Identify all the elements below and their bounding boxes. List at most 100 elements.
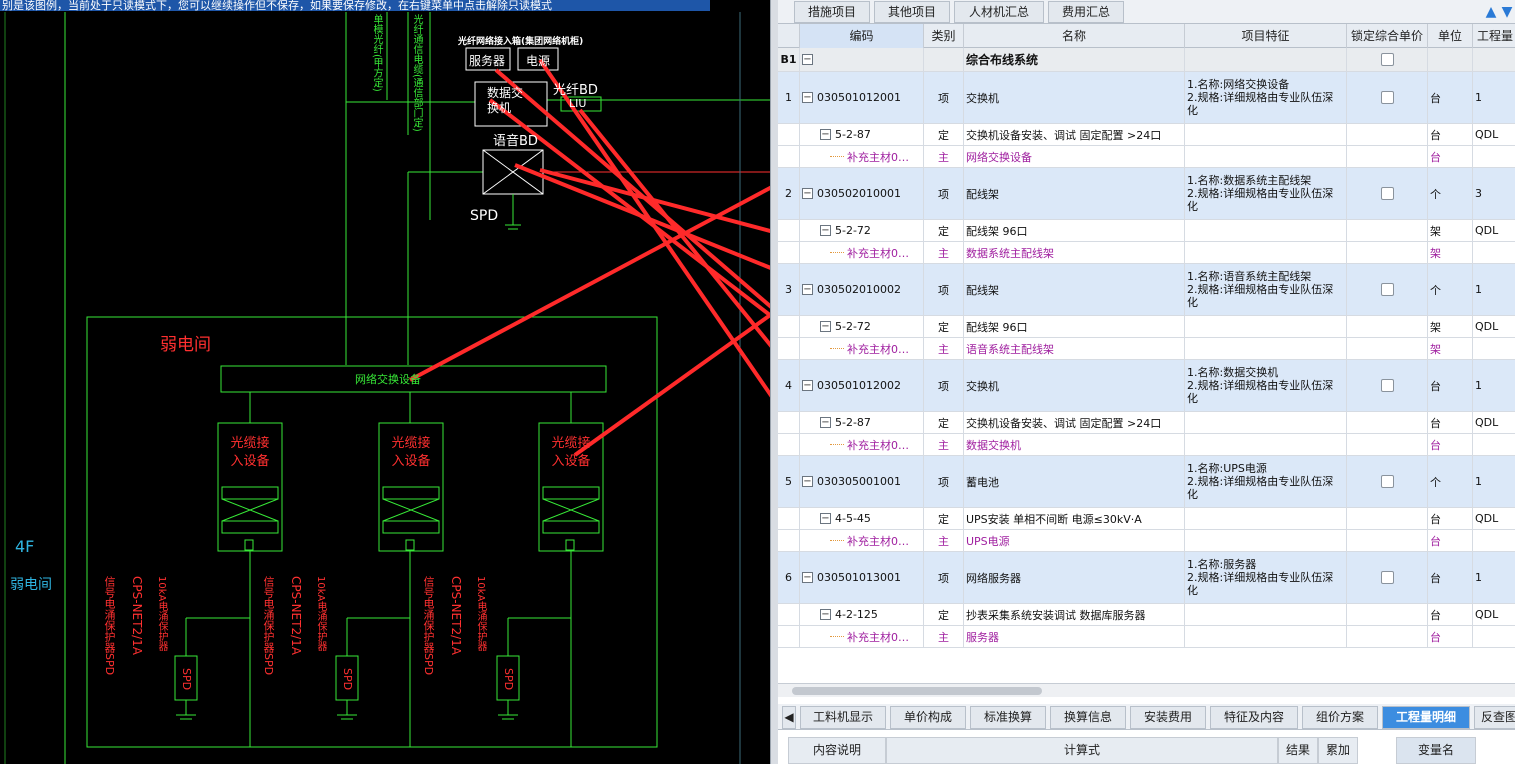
collapse-icon[interactable]: − [802, 92, 813, 103]
table-row[interactable]: 1−030501012001 项交换机 1.名称:网络交换设备 2.规格:详细规格由专… [778, 72, 1515, 124]
category-cell[interactable]: 定 [924, 604, 964, 625]
feature-cell[interactable] [1185, 338, 1347, 359]
name-cell[interactable]: 配线架 96口 [964, 316, 1185, 337]
name-cell[interactable]: 交换机 [964, 72, 1185, 123]
collapse-icon[interactable]: − [820, 129, 831, 140]
tab-features-content[interactable]: 特征及内容 [1210, 706, 1298, 729]
quantity-cell[interactable]: QDL [1473, 124, 1515, 145]
lock-checkbox[interactable] [1380, 283, 1394, 296]
feature-cell[interactable] [1185, 508, 1347, 529]
feature-cell[interactable]: 1.名称:数据系统主配线架 2.规格:详细规格由专业队伍深化 [1185, 168, 1347, 219]
tab-reverse-lookup[interactable]: 反查图 [1474, 706, 1515, 729]
name-cell[interactable]: 网络服务器 [964, 552, 1185, 603]
move-up-icon[interactable]: ▲ [1484, 3, 1498, 21]
table-row[interactable]: 补充主材0… 主网络交换设备 台 [778, 146, 1515, 168]
quantity-cell[interactable] [1473, 626, 1515, 647]
name-cell[interactable]: UPS电源 [964, 530, 1185, 551]
category-cell[interactable]: 主 [924, 434, 964, 455]
unit-cell[interactable]: 台 [1428, 508, 1473, 529]
lock-checkbox[interactable] [1380, 379, 1394, 392]
feature-cell[interactable]: 1.名称:网络交换设备 2.规格:详细规格由专业队伍深化 [1185, 72, 1347, 123]
table-row[interactable]: 3−030502010002 项配线架 1.名称:语音系统主配线架 2.规格:详细规格… [778, 264, 1515, 316]
code-cell[interactable]: 补充主材0… [800, 338, 924, 359]
unit-cell[interactable]: 台 [1428, 146, 1473, 167]
name-cell[interactable]: 配线架 [964, 264, 1185, 315]
unit-cell[interactable]: 架 [1428, 220, 1473, 241]
table-row[interactable]: 2−030502010001 项配线架 1.名称:数据系统主配线架 2.规格:详细规格… [778, 168, 1515, 220]
table-row[interactable]: −4-5-45 定 UPS安装 单相不间断 电源≤30kV·A 台 QDL [778, 508, 1515, 530]
table-row[interactable]: 补充主材0… 主服务器 台 [778, 626, 1515, 648]
feature-cell[interactable] [1185, 530, 1347, 551]
name-cell[interactable]: 交换机设备安装、调试 固定配置 >24口 [964, 124, 1185, 145]
quantity-cell[interactable]: 1 [1473, 456, 1515, 507]
name-cell[interactable]: 配线架 96口 [964, 220, 1185, 241]
collapse-icon[interactable]: − [802, 284, 813, 295]
quantity-cell[interactable]: QDL [1473, 412, 1515, 433]
name-cell[interactable]: 抄表采集系统安装调试 数据库服务器 [964, 604, 1185, 625]
category-cell[interactable]: 定 [924, 220, 964, 241]
name-cell[interactable]: 交换机设备安装、调试 固定配置 >24口 [964, 412, 1185, 433]
quantity-cell[interactable] [1473, 146, 1515, 167]
code-cell[interactable]: 补充主材0… [800, 530, 924, 551]
feature-cell[interactable] [1185, 242, 1347, 263]
name-cell[interactable]: UPS安装 单相不间断 电源≤30kV·A [964, 508, 1185, 529]
table-row[interactable]: 4−030501012002 项交换机 1.名称:数据交换机 2.规格:详细规格由专业… [778, 360, 1515, 412]
category-cell[interactable]: 主 [924, 146, 964, 167]
header-quantity[interactable]: 工程量 [1473, 24, 1515, 48]
unit-cell[interactable]: 架 [1428, 338, 1473, 359]
code-cell[interactable]: −5-2-87 [800, 124, 924, 145]
feature-cell[interactable] [1185, 604, 1347, 625]
table-row[interactable]: 补充主材0… 主 UPS电源 台 [778, 530, 1515, 552]
scrollbar-thumb[interactable] [792, 687, 1042, 695]
collapse-icon[interactable]: − [820, 225, 831, 236]
code-cell[interactable]: −5-2-87 [800, 412, 924, 433]
unit-cell[interactable]: 台 [1428, 626, 1473, 647]
table-row[interactable]: 6−030501013001 项网络服务器 1.名称:服务器 2.规格:详细规格由专业… [778, 552, 1515, 604]
quantity-cell[interactable]: QDL [1473, 508, 1515, 529]
collapse-icon[interactable]: − [802, 188, 813, 199]
collapse-icon[interactable]: − [802, 476, 813, 487]
header-unit[interactable]: 单位 [1428, 24, 1473, 48]
lock-checkbox[interactable] [1380, 571, 1394, 584]
code-cell[interactable]: 补充主材0… [800, 434, 924, 455]
quantity-cell[interactable]: QDL [1473, 604, 1515, 625]
feature-cell[interactable]: 1.名称:语音系统主配线架 2.规格:详细规格由专业队伍深化 [1185, 264, 1347, 315]
feature-cell[interactable] [1185, 434, 1347, 455]
unit-cell[interactable]: 台 [1428, 360, 1473, 411]
code-cell[interactable]: 补充主材0… [800, 146, 924, 167]
collapse-icon[interactable]: − [802, 572, 813, 583]
category-cell[interactable]: 定 [924, 412, 964, 433]
header-category[interactable]: 类别 [924, 24, 964, 48]
code-cell[interactable]: −030501013001 [800, 552, 924, 603]
category-cell[interactable]: 主 [924, 338, 964, 359]
quantity-cell[interactable]: QDL [1473, 220, 1515, 241]
feature-cell[interactable]: 1.名称:UPS电源 2.规格:详细规格由专业队伍深化 [1185, 456, 1347, 507]
feature-cell[interactable] [1185, 316, 1347, 337]
table-row[interactable]: 补充主材0… 主语音系统主配线架 架 [778, 338, 1515, 360]
unit-cell[interactable]: 台 [1428, 72, 1473, 123]
code-cell[interactable]: −030305001001 [800, 456, 924, 507]
feature-cell[interactable] [1185, 412, 1347, 433]
quantity-cell[interactable]: 1 [1473, 72, 1515, 123]
quantity-cell[interactable]: QDL [1473, 316, 1515, 337]
table-row[interactable]: −5-2-87 定交换机设备安装、调试 固定配置 >24口台 QDL [778, 412, 1515, 434]
unit-cell[interactable]: 个 [1428, 168, 1473, 219]
tab-quantity-detail[interactable]: 工程量明细 [1382, 706, 1470, 729]
name-cell[interactable]: 配线架 [964, 168, 1185, 219]
quantity-cell[interactable] [1473, 434, 1515, 455]
header-features[interactable]: 项目特征 [1185, 24, 1347, 48]
feature-cell[interactable] [1185, 220, 1347, 241]
code-cell[interactable]: −5-2-72 [800, 220, 924, 241]
unit-cell[interactable]: 台 [1428, 434, 1473, 455]
code-cell[interactable]: −4-5-45 [800, 508, 924, 529]
quantity-cell[interactable]: 1 [1473, 552, 1515, 603]
code-cell[interactable]: −030502010001 [800, 168, 924, 219]
collapse-icon[interactable]: − [802, 54, 813, 65]
header-code[interactable]: 编码 [800, 24, 924, 48]
category-cell[interactable]: 项 [924, 360, 964, 411]
code-cell[interactable]: −030501012002 [800, 360, 924, 411]
unit-cell[interactable]: 台 [1428, 530, 1473, 551]
category-cell[interactable]: 项 [924, 72, 964, 123]
name-cell[interactable]: 交换机 [964, 360, 1185, 411]
tab-measures[interactable]: 措施项目 [794, 1, 870, 23]
